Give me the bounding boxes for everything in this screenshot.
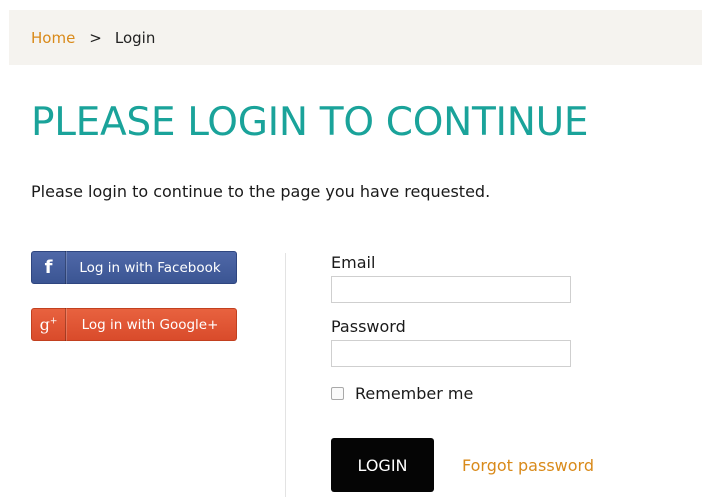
facebook-glyph: f	[44, 257, 53, 278]
login-button[interactable]: LOGIN	[331, 438, 434, 492]
google-plus-glyph: g+	[40, 315, 58, 334]
email-label: Email	[331, 253, 376, 272]
remember-me-checkbox[interactable]	[331, 387, 344, 400]
page-title: PLEASE LOGIN TO CONTINUE	[31, 100, 589, 145]
google-plus-glyph-letter: g	[39, 315, 50, 334]
facebook-login-label: Log in with Facebook	[79, 259, 221, 276]
breadcrumb-separator: >	[89, 28, 102, 47]
forgot-password-link[interactable]: Forgot password	[462, 456, 594, 475]
remember-me-label: Remember me	[355, 384, 474, 403]
breadcrumb: Home > Login	[9, 10, 702, 65]
password-field[interactable]	[331, 340, 571, 367]
remember-me: Remember me	[331, 384, 473, 403]
email-field[interactable]	[331, 276, 571, 303]
intro-text: Please login to continue to the page you…	[31, 182, 491, 201]
facebook-login-button[interactable]: f Log in with Facebook	[31, 251, 237, 284]
facebook-icon: f	[32, 251, 66, 284]
password-label: Password	[331, 317, 406, 336]
google-login-button[interactable]: g+ Log in with Google+	[31, 308, 237, 341]
vertical-divider	[285, 253, 286, 497]
breadcrumb-home-link[interactable]: Home	[31, 29, 75, 47]
google-plus-icon: g+	[32, 308, 66, 341]
google-plus-glyph-plus: +	[49, 316, 58, 327]
breadcrumb-current: Login	[114, 28, 156, 47]
login-page: Home > Login PLEASE LOGIN TO CONTINUE Pl…	[0, 0, 702, 497]
google-login-label: Log in with Google+	[81, 316, 219, 333]
